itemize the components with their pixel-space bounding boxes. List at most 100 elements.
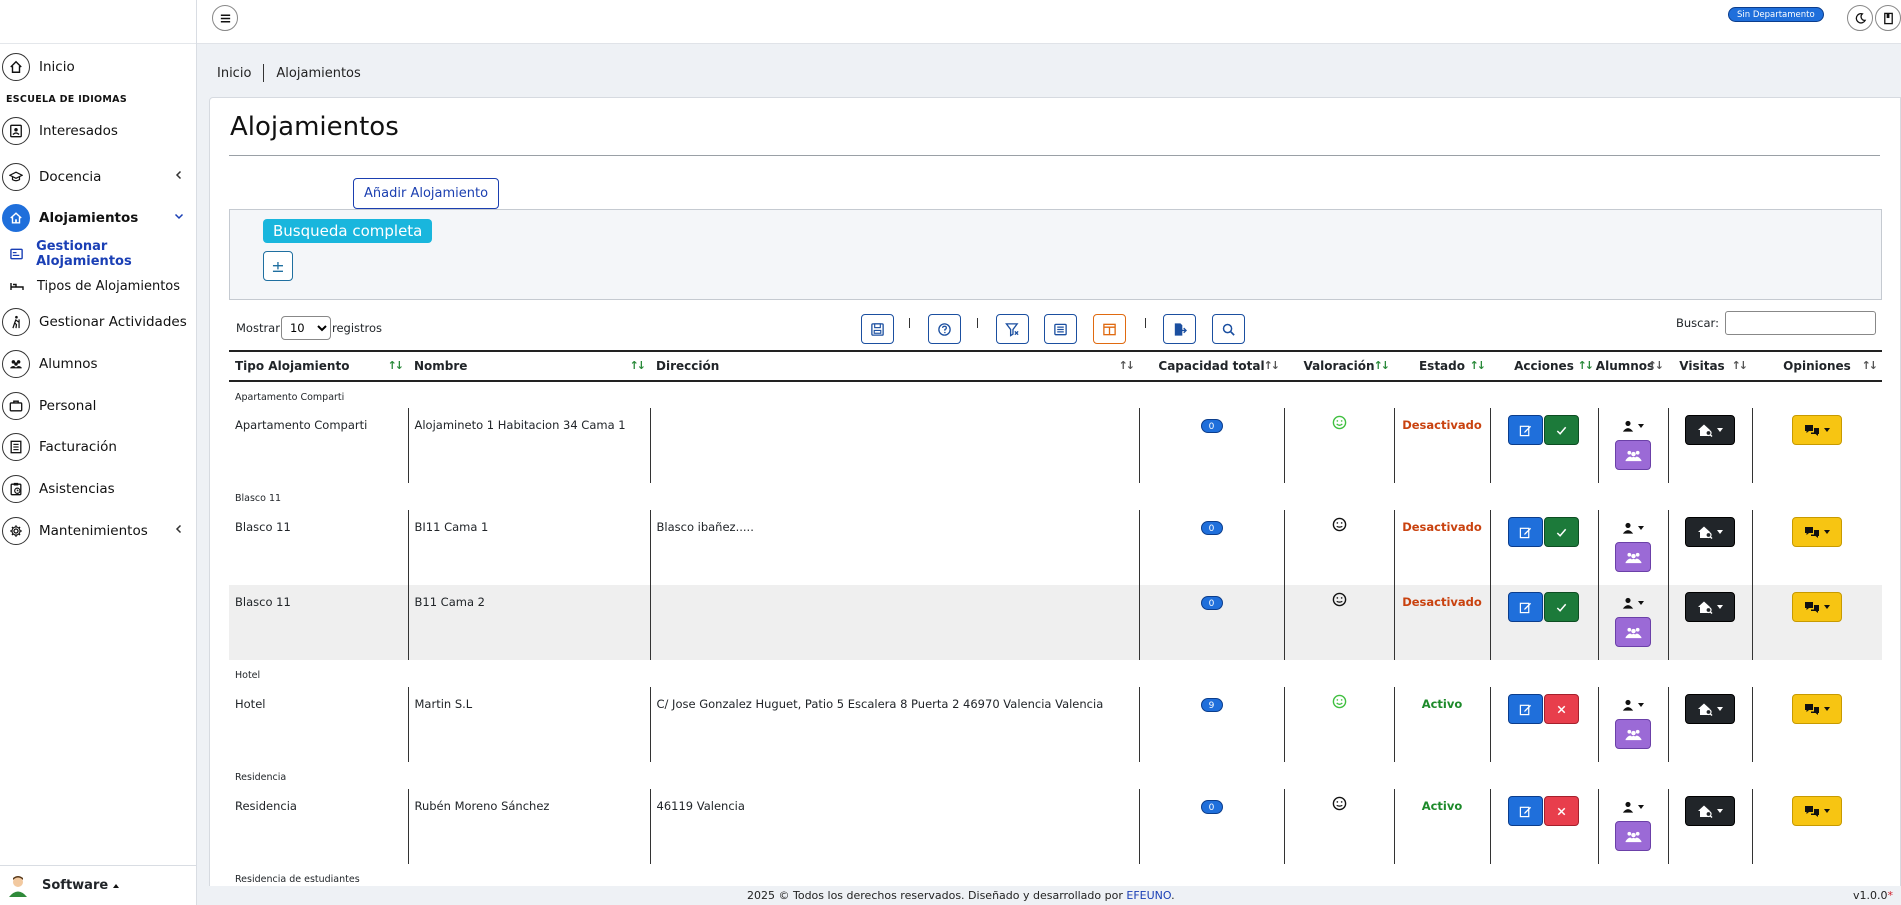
deactivate-button[interactable] <box>1544 796 1579 826</box>
deactivate-button[interactable] <box>1544 694 1579 724</box>
cell-alumnos <box>1598 585 1669 660</box>
students-group-button[interactable] <box>1615 542 1651 572</box>
sort-icon: ↑↓ <box>1861 359 1879 372</box>
sidebar-subitem-label: Gestionar Alojamientos <box>36 239 132 269</box>
status-text: Activo <box>1421 697 1463 711</box>
company-link[interactable]: EFEUNO <box>1126 889 1171 902</box>
breadcrumb-home[interactable]: Inicio <box>217 66 251 81</box>
table-search-input[interactable] <box>1724 311 1876 335</box>
sidebar-item-mantenimientos[interactable]: Mantenimientos <box>0 511 196 551</box>
student-dropdown[interactable] <box>1622 517 1644 539</box>
cell-visitas <box>1668 789 1753 864</box>
column-header-acciones[interactable]: Acciones ↑↓ <box>1490 350 1598 382</box>
cell-capacidad: 0 <box>1139 510 1285 585</box>
busqueda-completa-button[interactable]: Busqueda completa <box>263 219 433 243</box>
table-row[interactable]: Blasco 11 BI11 Cama 1 Blasco ibañez..... 0 D… <box>229 510 1882 585</box>
student-dropdown[interactable] <box>1622 415 1644 437</box>
cell-direccion-text: 46119 Valencia <box>656 799 745 813</box>
house-search-icon <box>1698 526 1713 539</box>
cell-direccion-text: C/ Jose Gonzalez Huguet, Patio 5 Escaler… <box>656 697 1104 711</box>
columns-button[interactable] <box>1093 314 1126 344</box>
sidebar-item-interesados[interactable]: Interesados <box>0 111 196 151</box>
table-row[interactable]: Blasco 11 B11 Cama 2 0 Desactivado <box>229 585 1882 660</box>
opinions-dropdown-button[interactable] <box>1792 415 1843 445</box>
person-icon <box>1622 420 1634 432</box>
export-button[interactable] <box>1163 314 1196 344</box>
sidebar-item-facturacion[interactable]: Facturación <box>0 427 196 467</box>
edit-button[interactable] <box>1508 796 1543 826</box>
neutral-face-icon <box>1332 517 1346 532</box>
chevron-left-icon <box>175 170 182 180</box>
group-header-row: Residencia <box>229 762 1882 789</box>
help-button[interactable] <box>928 314 961 344</box>
opinions-dropdown-button[interactable] <box>1792 694 1843 724</box>
opinions-dropdown-button[interactable] <box>1792 592 1843 622</box>
visits-dropdown-button[interactable] <box>1685 694 1735 724</box>
edit-button[interactable] <box>1508 517 1543 547</box>
activate-button[interactable] <box>1544 592 1579 622</box>
sidebar-item-alojamientos[interactable]: Alojamientos <box>0 198 196 238</box>
sidebar-item-alumnos[interactable]: Alumnos <box>0 344 196 384</box>
column-header-visitas[interactable]: Visitas ↑↓ <box>1668 350 1752 382</box>
dark-mode-button[interactable] <box>1847 5 1873 31</box>
id-card-icon <box>10 248 23 260</box>
student-dropdown[interactable] <box>1622 796 1644 818</box>
edit-button[interactable] <box>1508 415 1543 445</box>
sidebar-subitem-tipos-alojamientos[interactable]: Tipos de Alojamientos <box>0 270 196 302</box>
list-view-button[interactable] <box>1044 314 1077 344</box>
edit-icon <box>1519 425 1532 436</box>
visits-dropdown-button[interactable] <box>1685 415 1735 445</box>
column-header-valoracion[interactable]: Valoración ↑↓ <box>1284 350 1394 382</box>
sidebar-item-actividades[interactable]: Gestionar Actividades <box>0 302 196 342</box>
sidebar-item-docencia[interactable]: Docencia <box>0 157 196 197</box>
visits-dropdown-button[interactable] <box>1685 517 1735 547</box>
column-header-label: Acciones <box>1514 359 1574 373</box>
department-badge[interactable]: Sin Departamento <box>1728 7 1824 22</box>
visits-dropdown-button[interactable] <box>1685 592 1735 622</box>
sidebar-item-personal[interactable]: Personal <box>0 386 196 426</box>
students-group-button[interactable] <box>1615 719 1651 749</box>
activate-button[interactable] <box>1544 517 1579 547</box>
opinions-dropdown-button[interactable] <box>1792 517 1843 547</box>
expand-filters-button[interactable]: ± <box>263 251 293 281</box>
cell-tipo-text: Hotel <box>235 697 266 711</box>
sidebar-item-inicio[interactable]: Inicio <box>0 47 196 87</box>
copyright-period: . <box>1171 889 1175 902</box>
search-toolbar-button[interactable] <box>1212 314 1245 344</box>
edit-button[interactable] <box>1508 592 1543 622</box>
activate-button[interactable] <box>1544 415 1579 445</box>
column-header-estado[interactable]: Estado ↑↓ <box>1394 350 1490 382</box>
edit-button[interactable] <box>1508 694 1543 724</box>
table-row[interactable]: Apartamento Comparti Alojamineto 1 Habita… <box>229 408 1882 483</box>
page-length-select[interactable]: 10 <box>280 316 331 340</box>
table-row[interactable]: Hotel Martin S.L C/ Jose Gonzalez Huguet, … <box>229 687 1882 762</box>
student-dropdown[interactable] <box>1622 592 1644 614</box>
visits-dropdown-button[interactable] <box>1685 796 1735 826</box>
column-header-alumnos[interactable]: Alumnos ↑↓ <box>1596 350 1668 382</box>
menu-toggle-button[interactable] <box>212 5 238 31</box>
comments-icon <box>1805 602 1820 613</box>
column-header-tipo[interactable]: Tipo Alojamiento ↑↓ <box>229 350 408 382</box>
students-group-button[interactable] <box>1615 617 1651 647</box>
cell-direccion: Blasco ibañez..... <box>650 510 1140 585</box>
column-header-capacidad[interactable]: Capacidad total ↑↓ <box>1139 350 1284 382</box>
column-header-opiniones[interactable]: Opiniones ↑↓ <box>1752 350 1882 382</box>
add-alojamiento-button[interactable]: Añadir Alojamiento <box>353 178 500 209</box>
clear-filters-button[interactable] <box>996 314 1029 344</box>
students-group-button[interactable] <box>1615 440 1651 470</box>
column-header-direccion[interactable]: Dirección ↑↓ <box>650 350 1139 382</box>
column-header-nombre[interactable]: Nombre ↑↓ <box>408 350 650 382</box>
save-state-button[interactable] <box>861 314 894 344</box>
manual-button[interactable] <box>1875 5 1901 31</box>
student-dropdown[interactable] <box>1622 694 1644 716</box>
graduation-cap-icon <box>2 163 30 191</box>
opinions-dropdown-button[interactable] <box>1792 796 1843 826</box>
table-row[interactable]: Residencia Rubén Moreno Sánchez 46119 Vale… <box>229 789 1882 864</box>
sidebar-footer-software[interactable]: Software <box>0 865 196 905</box>
toolbar-separator <box>909 318 910 328</box>
cell-nombre: Rubén Moreno Sánchez <box>408 789 651 864</box>
sidebar-item-asistencias[interactable]: Asistencias <box>0 469 196 509</box>
students-group-button[interactable] <box>1615 821 1651 851</box>
sidebar-subitem-gestionar-alojamientos[interactable]: Gestionar Alojamientos <box>0 238 196 270</box>
group-header-label: Apartamento Comparti <box>229 381 1882 408</box>
